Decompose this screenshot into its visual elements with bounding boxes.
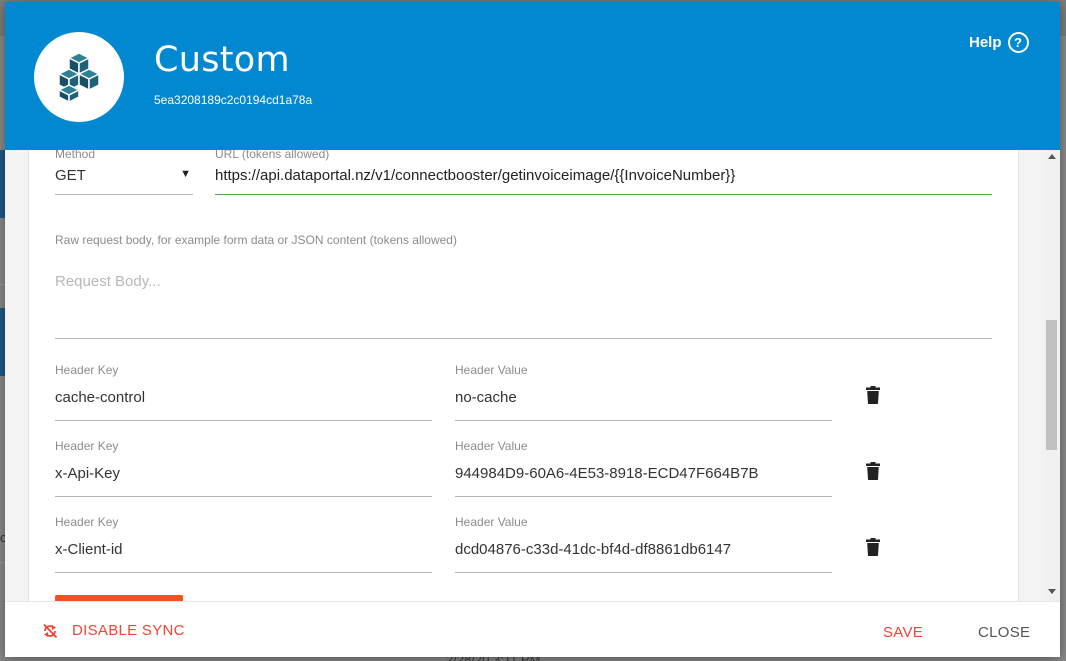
header-key-underline xyxy=(55,420,432,421)
scroll-down-arrow-icon[interactable] xyxy=(1048,589,1056,594)
scroll-up-arrow-icon[interactable] xyxy=(1048,154,1056,159)
header-value-input[interactable]: dcd04876-c33d-41dc-bf4d-df8861db6147 xyxy=(455,531,832,573)
request-config-card: Method GET ▼ URL (tokens allowed) https:… xyxy=(28,150,1019,601)
header-value-input[interactable]: 944984D9-60A6-4E53-8918-ECD47F664B7B xyxy=(455,455,832,497)
method-label: Method xyxy=(55,150,96,161)
header-value-label: Header Value xyxy=(455,439,528,453)
header-value-label: Header Value xyxy=(455,363,528,377)
url-value: https://api.dataportal.nz/v1/connectboos… xyxy=(215,167,736,184)
header-key-label: Header Key xyxy=(55,439,119,453)
custom-connection-dialog: Custom 5ea3208189c2c0194cd1a78a Help ? M… xyxy=(5,2,1060,657)
help-button[interactable]: Help ? xyxy=(969,32,1029,53)
dropdown-arrow-icon: ▼ xyxy=(180,168,191,180)
header-key-value: x-Api-Key xyxy=(55,465,121,482)
request-body-textarea[interactable]: Request Body... xyxy=(55,251,992,339)
help-label: Help xyxy=(969,34,1002,51)
header-key-underline xyxy=(55,496,432,497)
header-key-value: x-Client-id xyxy=(55,541,123,558)
dialog-content[interactable]: Method GET ▼ URL (tokens allowed) https:… xyxy=(5,150,1060,601)
method-underline xyxy=(55,194,193,195)
close-button[interactable]: CLOSE xyxy=(978,624,1030,641)
connection-id: 5ea3208189c2c0194cd1a78a xyxy=(154,93,313,107)
method-select[interactable]: GET ▼ xyxy=(55,161,193,195)
delete-header-trash-icon[interactable] xyxy=(866,462,880,480)
delete-header-trash-icon[interactable] xyxy=(866,538,880,556)
header-key-underline xyxy=(55,572,432,573)
disable-sync-label: DISABLE SYNC xyxy=(72,622,185,639)
url-input[interactable]: https://api.dataportal.nz/v1/connectboos… xyxy=(215,161,992,195)
header-value-value: 944984D9-60A6-4E53-8918-ECD47F664B7B xyxy=(455,465,759,482)
header-key-value: cache-control xyxy=(55,389,146,406)
sync-disabled-icon xyxy=(43,623,58,638)
url-underline xyxy=(215,194,992,195)
dialog-title: Custom xyxy=(154,40,290,80)
cubes-icon xyxy=(58,52,100,103)
dialog-header: Custom 5ea3208189c2c0194cd1a78a Help ? xyxy=(5,2,1060,150)
method-value: GET xyxy=(55,167,86,184)
header-key-label: Header Key xyxy=(55,363,119,377)
delete-header-trash-icon[interactable] xyxy=(866,386,880,404)
save-button[interactable]: SAVE xyxy=(883,624,923,641)
header-value-underline xyxy=(455,496,832,497)
header-value-label: Header Value xyxy=(455,515,528,529)
request-body-label: Raw request body, for example form data … xyxy=(55,233,457,247)
request-body-underline xyxy=(55,338,992,339)
header-key-input[interactable]: cache-control xyxy=(55,379,432,421)
header-value-underline xyxy=(455,572,832,573)
header-value-underline xyxy=(455,420,832,421)
header-value-input[interactable]: no-cache xyxy=(455,379,832,421)
request-body-placeholder: Request Body... xyxy=(55,273,161,290)
content-scrollbar[interactable] xyxy=(1043,150,1060,601)
header-value-value: no-cache xyxy=(455,389,517,406)
header-value-value: dcd04876-c33d-41dc-bf4d-df8861db6147 xyxy=(455,541,732,558)
plugin-avatar xyxy=(34,32,124,122)
header-key-input[interactable]: x-Api-Key xyxy=(55,455,432,497)
header-key-label: Header Key xyxy=(55,515,119,529)
disable-sync-button[interactable]: DISABLE SYNC xyxy=(42,622,185,639)
dialog-footer: DISABLE SYNC SAVE CLOSE xyxy=(5,601,1060,657)
scroll-thumb[interactable] xyxy=(1046,320,1057,450)
header-key-input[interactable]: x-Client-id xyxy=(55,531,432,573)
url-label: URL (tokens allowed) xyxy=(215,150,330,161)
help-circle-icon: ? xyxy=(1007,32,1029,53)
